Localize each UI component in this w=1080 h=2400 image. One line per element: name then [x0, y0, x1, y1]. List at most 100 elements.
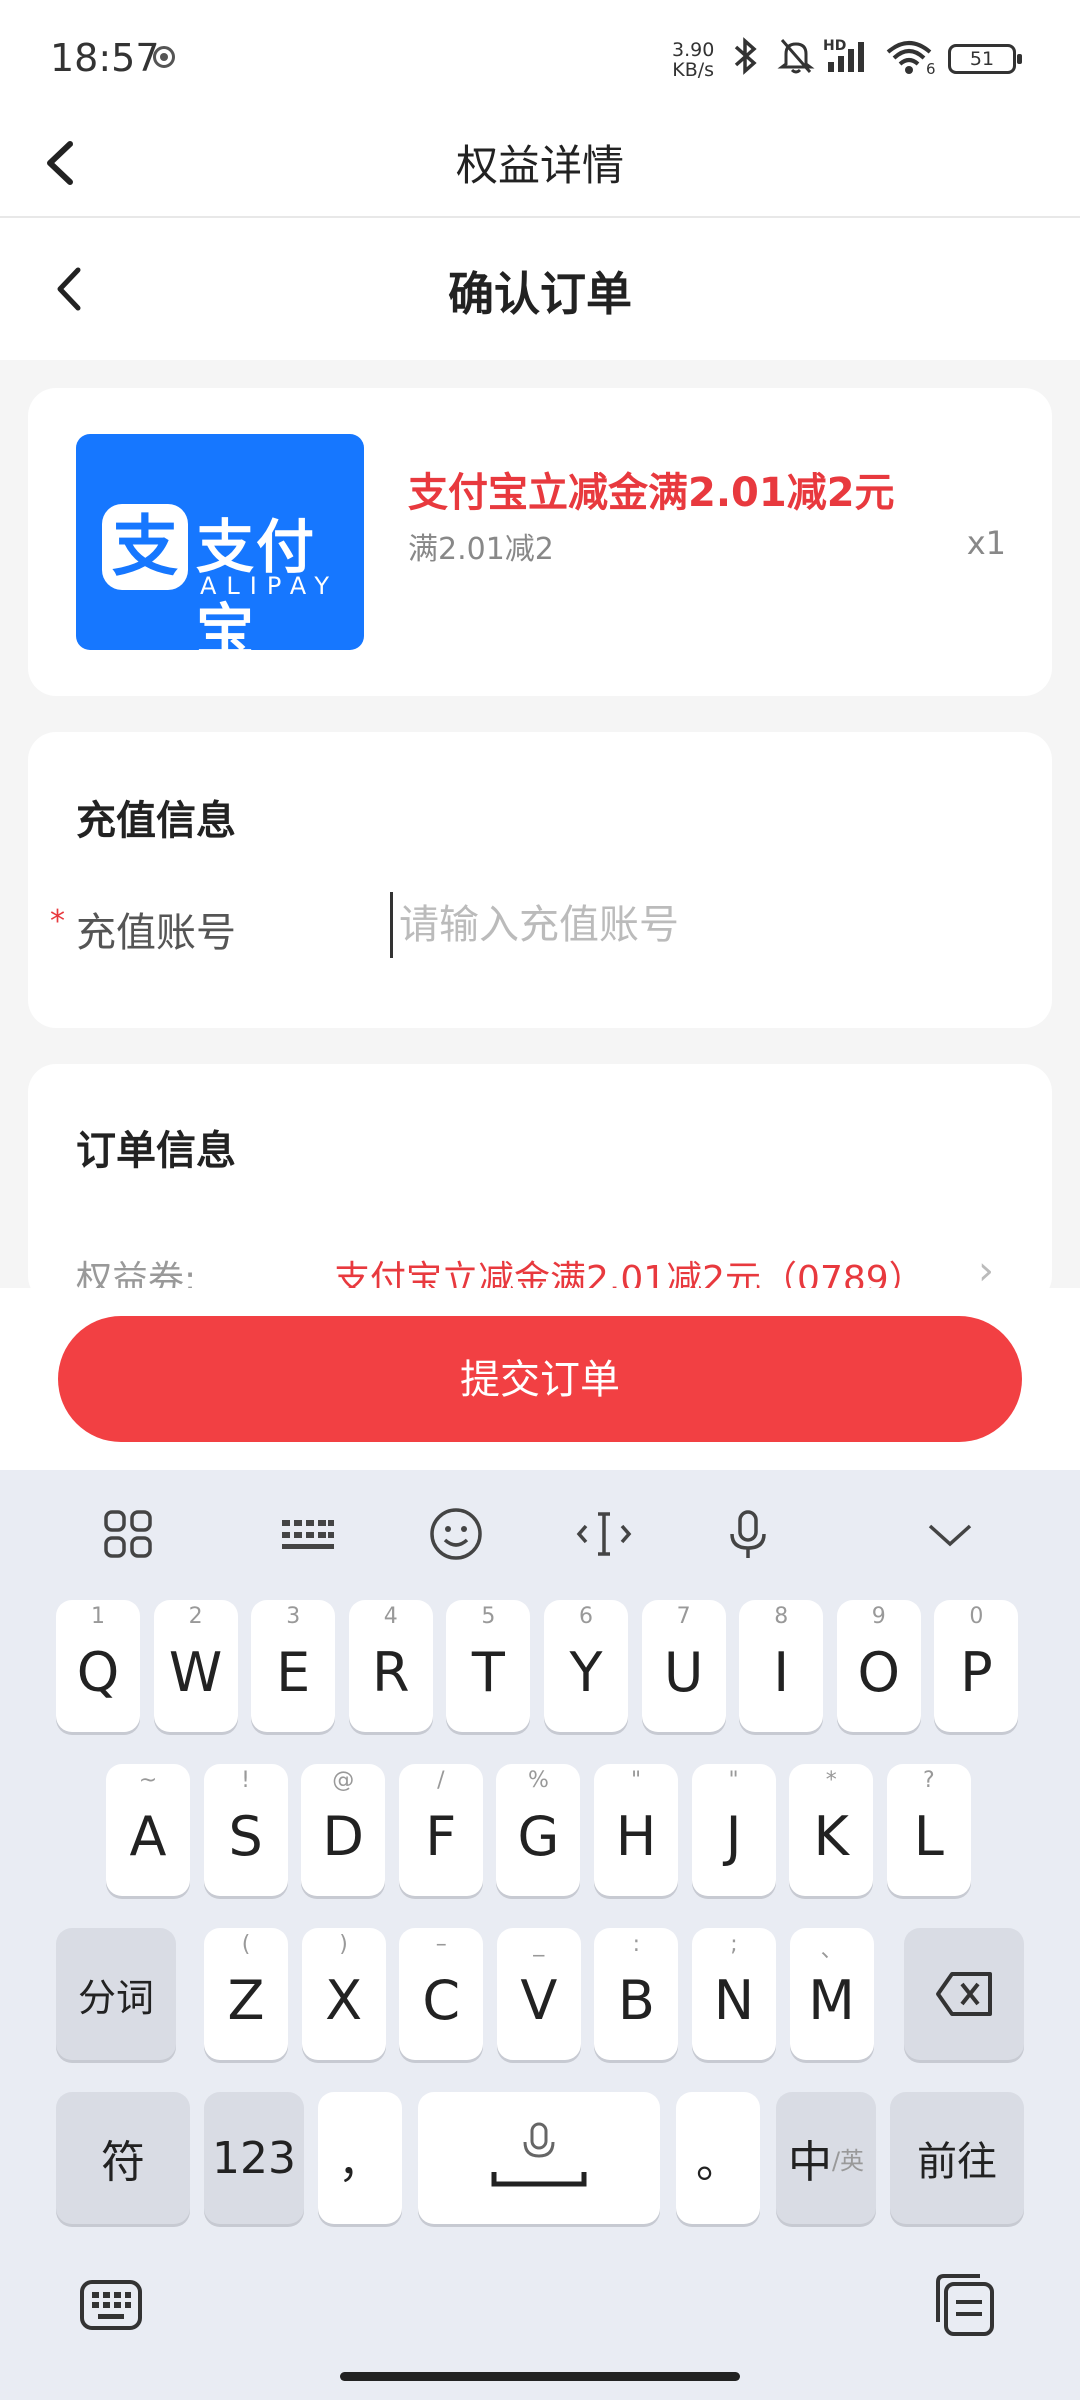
- clipboard-icon[interactable]: [930, 2270, 1000, 2340]
- required-mark: *: [50, 904, 65, 939]
- key-b[interactable]: :B: [594, 1928, 679, 2060]
- go-key[interactable]: 前往: [890, 2092, 1024, 2224]
- key-d[interactable]: @ D: [301, 1764, 386, 1896]
- key-hint: /: [437, 1768, 445, 1793]
- emoji-icon[interactable]: [426, 1504, 486, 1564]
- chevron-down-icon[interactable]: [920, 1504, 980, 1564]
- key-letter: H: [615, 1805, 657, 1868]
- key-letter: J: [725, 1805, 742, 1868]
- submit-order-button[interactable]: 提交订单: [58, 1316, 1022, 1442]
- key-j[interactable]: " J: [691, 1764, 776, 1896]
- key-m[interactable]: 、 M: [789, 1928, 874, 2060]
- key-w[interactable]: 2W: [153, 1600, 238, 1732]
- numbers-key[interactable]: 123: [204, 2092, 304, 2224]
- key-e[interactable]: 3E: [251, 1600, 336, 1732]
- alipay-logo: 支 支付宝 ALIPAY: [76, 434, 364, 665]
- microphone-icon[interactable]: [718, 1504, 778, 1564]
- backspace-icon: [936, 1972, 992, 2016]
- network-speed-value: 3.90: [672, 39, 715, 61]
- key-letter: S: [228, 1805, 263, 1868]
- key-f[interactable]: / F: [398, 1764, 483, 1896]
- key-hint: *: [825, 1768, 837, 1793]
- key-letter: C: [422, 1969, 461, 2032]
- backspace-key[interactable]: [904, 1928, 1024, 2060]
- key-hint: 7: [676, 1604, 691, 1629]
- key-k[interactable]: * K: [789, 1764, 874, 1896]
- back-arrow-icon[interactable]: [30, 128, 100, 198]
- key-s[interactable]: ! S: [203, 1764, 288, 1896]
- key-hint: %: [527, 1768, 549, 1793]
- key-letter: F: [425, 1805, 457, 1868]
- key-n[interactable]: ; N: [692, 1928, 776, 2060]
- section-title-order: 订单信息: [76, 1128, 236, 1174]
- period-key[interactable]: 。: [676, 2092, 760, 2224]
- key-letter: L: [913, 1805, 944, 1868]
- apps-grid-icon[interactable]: [98, 1504, 158, 1564]
- account-label: 充值账号: [76, 910, 236, 956]
- key-hint: ): [339, 1932, 348, 1957]
- top-nav-bar: 权益详情: [0, 110, 1080, 218]
- key-q[interactable]: 1Q: [56, 1600, 140, 1732]
- key-hint: (: [241, 1932, 251, 1957]
- inner-nav-bar: 确认订单: [0, 218, 1080, 360]
- space-mic-icon: [491, 2122, 587, 2187]
- product-title: 支付宝立减金满2.01减2元: [408, 470, 895, 516]
- product-card: 支 支付宝 ALIPAY 支付宝立减金满2.01减2元 满2.01减2 x1: [28, 388, 1052, 696]
- key-letter: A: [129, 1805, 167, 1868]
- key-letter: V: [520, 1969, 558, 2032]
- key-hint: ;: [730, 1932, 738, 1957]
- segment-key[interactable]: 分词: [56, 1928, 176, 2060]
- key-h[interactable]: " H: [594, 1764, 678, 1896]
- key-p[interactable]: 0P: [934, 1600, 1019, 1732]
- key-r[interactable]: 4R: [348, 1600, 433, 1732]
- account-input[interactable]: [390, 892, 1021, 958]
- recharge-info-card: 充值信息 * 充值账号: [28, 732, 1052, 1028]
- key-letter: D: [322, 1805, 364, 1868]
- cursor-move-icon[interactable]: [574, 1504, 634, 1564]
- status-bar: 18:57 3.90 KB/s HD 6 51: [0, 0, 1080, 110]
- language-switch-label: 中/英: [776, 2092, 876, 2224]
- key-z[interactable]: (Z: [204, 1928, 288, 2060]
- key-l[interactable]: ? L: [886, 1764, 971, 1896]
- period-key-label: 。: [696, 2137, 740, 2188]
- key-x[interactable]: ) X: [301, 1928, 386, 2060]
- key-letter: W: [168, 1641, 223, 1704]
- network-speed: 3.90 KB/s: [672, 40, 714, 80]
- key-u[interactable]: 7U: [641, 1600, 726, 1732]
- key-hint: @: [332, 1768, 355, 1793]
- order-info-card: 订单信息 权益券: 支付宝立减金满2.01减2元（0789） ›: [28, 1064, 1052, 1304]
- key-t[interactable]: 5T: [446, 1600, 531, 1732]
- key-c[interactable]: – C: [399, 1928, 484, 2060]
- key-letter: P: [960, 1641, 993, 1704]
- key-hint: ": [728, 1768, 739, 1793]
- key-hint: ?: [922, 1768, 935, 1793]
- symbols-key[interactable]: 符: [56, 2092, 190, 2224]
- keyboard-switch-icon[interactable]: [76, 2270, 146, 2340]
- key-hint: 1: [91, 1604, 105, 1629]
- lang-alt: /英: [831, 2146, 865, 2175]
- alipay-glyph: 支: [102, 504, 188, 590]
- key-hint: 6: [579, 1604, 593, 1629]
- space-key[interactable]: [418, 2092, 660, 2224]
- key-letter: G: [517, 1805, 560, 1868]
- key-hint: ": [630, 1768, 642, 1793]
- key-o[interactable]: 9O: [836, 1600, 921, 1732]
- battery-indicator: 51: [948, 44, 1022, 74]
- key-hint: 2: [188, 1604, 203, 1629]
- go-key-label: 前往: [917, 2139, 997, 2185]
- key-hint: :: [632, 1932, 641, 1957]
- key-letter: X: [325, 1969, 363, 2032]
- key-i[interactable]: 8I: [739, 1600, 824, 1732]
- key-hint: !: [241, 1768, 250, 1793]
- language-switch-key[interactable]: 中/英: [776, 2092, 876, 2224]
- key-letter: M: [808, 1969, 855, 2032]
- inner-back-arrow-icon[interactable]: [40, 254, 110, 324]
- keyboard-layout-icon[interactable]: [278, 1504, 338, 1564]
- key-g[interactable]: % G: [496, 1764, 581, 1896]
- key-hint: –: [435, 1932, 447, 1957]
- key-a[interactable]: ~ A: [106, 1764, 190, 1896]
- key-y[interactable]: 6Y: [544, 1600, 628, 1732]
- key-v[interactable]: _ V: [496, 1928, 581, 2060]
- comma-key[interactable]: ，: [318, 2092, 402, 2224]
- home-indicator[interactable]: [340, 2372, 740, 2381]
